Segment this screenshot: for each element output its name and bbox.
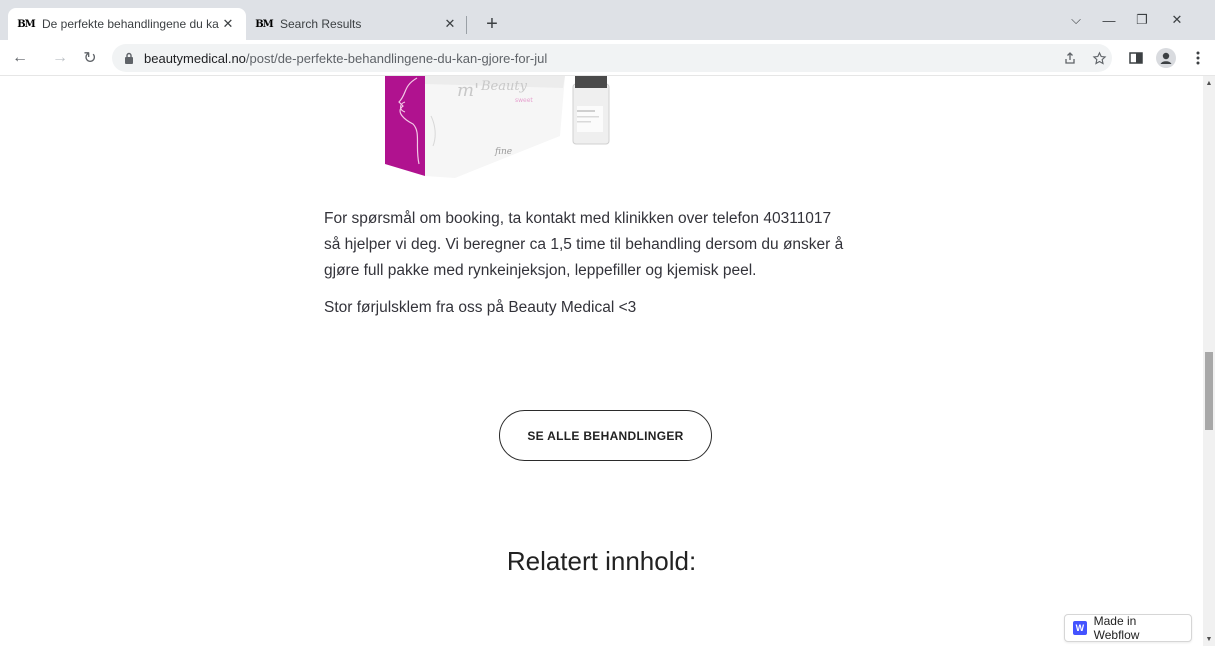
side-panel-icon[interactable]: [1124, 46, 1148, 70]
browser-toolbar: ← → ↻ beautymedical.no/post/de-perfekte-…: [0, 40, 1215, 76]
paragraph-line: gjøre full pakke med rynkeinjeksjon, lep…: [324, 262, 757, 279]
paragraph-line: For spørsmål om booking, ta kontakt med …: [324, 210, 832, 227]
bm-favicon-icon: BM: [17, 18, 36, 30]
svg-text:sweet: sweet: [515, 97, 533, 104]
reload-icon[interactable]: ↻: [78, 46, 102, 70]
minimize-icon[interactable]: —: [1094, 6, 1124, 34]
share-icon[interactable]: [1058, 46, 1082, 70]
tab-separator: [466, 16, 467, 34]
tab-title: De perfekte behandlingene du ka: [42, 17, 219, 31]
close-tab-icon[interactable]: ✕: [442, 16, 458, 32]
made-in-webflow-badge[interactable]: W Made in Webflow: [1064, 614, 1192, 642]
close-window-icon[interactable]: ✕: [1162, 6, 1192, 34]
related-content-heading: Relatert innhold:: [506, 546, 697, 576]
star-icon[interactable]: [1087, 46, 1111, 70]
see-all-treatments-button[interactable]: SE ALLE BEHANDLINGER: [499, 410, 712, 461]
back-icon[interactable]: ←: [8, 46, 32, 70]
bm-favicon-icon: BM: [255, 18, 274, 30]
vertical-scrollbar[interactable]: ▲ ▼: [1203, 76, 1215, 646]
closing-paragraph: Stor førjulsklem fra oss på Beauty Medic…: [324, 299, 637, 316]
svg-text:Beauty: Beauty: [480, 79, 528, 94]
profile-icon[interactable]: [1154, 46, 1178, 70]
page-viewport: m' Beauty sweet fine For spørsmål om boo…: [0, 76, 1203, 646]
forward-icon[interactable]: →: [48, 46, 72, 70]
tab-title: Search Results: [280, 17, 362, 31]
webflow-logo-icon: W: [1073, 621, 1087, 635]
url-domain: beautymedical.no: [144, 50, 246, 66]
svg-text:m': m': [457, 80, 479, 101]
close-tab-icon[interactable]: ✕: [220, 16, 236, 32]
lock-icon[interactable]: [122, 51, 136, 65]
tab-search-icon[interactable]: ⌵: [1061, 6, 1091, 34]
scroll-up-arrow-icon[interactable]: ▲: [1203, 76, 1215, 90]
address-bar[interactable]: beautymedical.no/post/de-perfekte-behand…: [112, 44, 1112, 72]
menu-icon[interactable]: [1186, 46, 1210, 70]
url-path: /post/de-perfekte-behandlingene-du-kan-g…: [245, 50, 548, 66]
scrollbar-thumb[interactable]: [1205, 352, 1213, 430]
tab-strip: BM De perfekte behandlingene du ka ✕ BM …: [0, 0, 1215, 40]
paragraph-line: så hjelper vi deg. Vi beregner ca 1,5 ti…: [324, 236, 844, 253]
product-image: m' Beauty sweet fine: [385, 76, 610, 178]
tab-search-results[interactable]: BM Search Results ✕: [246, 8, 468, 40]
scroll-down-arrow-icon[interactable]: ▼: [1203, 632, 1215, 646]
new-tab-button[interactable]: +: [478, 10, 506, 38]
restore-icon[interactable]: ❐: [1127, 6, 1157, 34]
article-paragraph: For spørsmål om booking, ta kontakt med …: [324, 206, 904, 284]
svg-text:fine: fine: [494, 147, 512, 157]
webflow-badge-label: Made in Webflow: [1093, 614, 1140, 642]
tab-active[interactable]: BM De perfekte behandlingene du ka ✕: [8, 8, 246, 40]
url-text: beautymedical.no/post/de-perfekte-behand…: [144, 51, 547, 66]
